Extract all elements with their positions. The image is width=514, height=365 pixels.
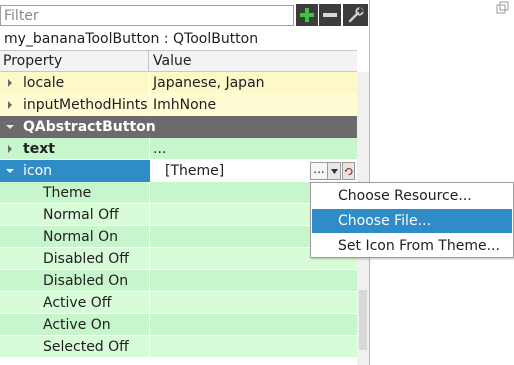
property-name: icon xyxy=(23,163,53,179)
property-row-inputmethodhints[interactable]: inputMethodHints ImhNone xyxy=(0,94,357,116)
scrollbar-thumb[interactable] xyxy=(359,290,367,350)
browse-button[interactable]: ... xyxy=(310,162,328,180)
property-row-selected-off[interactable]: Selected Off xyxy=(0,336,357,358)
property-name: Normal Off xyxy=(43,207,119,223)
minus-icon xyxy=(323,13,337,17)
property-name: Disabled Off xyxy=(43,251,129,267)
filter-bar xyxy=(0,2,370,28)
property-row-disabled-on[interactable]: Disabled On xyxy=(0,270,357,292)
expand-arrow-icon[interactable] xyxy=(4,94,16,116)
property-column-header[interactable]: Property xyxy=(3,51,62,71)
property-name: Active On xyxy=(43,317,111,333)
add-property-button[interactable] xyxy=(296,4,318,26)
property-row-locale[interactable]: locale Japanese, Japan xyxy=(0,72,357,94)
plus-icon xyxy=(300,8,314,22)
property-name: Active Off xyxy=(43,295,112,311)
remove-property-button[interactable] xyxy=(319,4,341,26)
chevron-down-icon[interactable] xyxy=(328,162,341,180)
property-row-normal-on[interactable]: Normal On xyxy=(0,226,357,248)
property-name: Normal On xyxy=(43,229,118,245)
property-row-normal-off[interactable]: Normal Off xyxy=(0,204,357,226)
property-row-theme[interactable]: Theme xyxy=(0,182,357,204)
menu-item-choose-file[interactable]: Choose File... xyxy=(312,209,512,233)
wrench-icon xyxy=(348,7,364,23)
icon-value-text: [Theme] xyxy=(165,163,225,179)
configure-button[interactable] xyxy=(343,4,368,26)
property-row-active-off[interactable]: Active Off xyxy=(0,292,357,314)
property-rows: locale Japanese, Japan inputMethodHints … xyxy=(0,72,357,358)
property-row-icon[interactable]: icon [Theme] ... xyxy=(0,160,357,182)
reset-arrow-icon[interactable] xyxy=(342,162,355,180)
icon-source-menu: Choose Resource... Choose File... Set Ic… xyxy=(310,182,514,258)
property-value[interactable]: ImhNone xyxy=(153,94,216,116)
property-name: text xyxy=(23,141,55,157)
expand-arrow-icon[interactable] xyxy=(4,72,16,94)
property-name: Disabled On xyxy=(43,273,129,289)
collapse-arrow-icon[interactable] xyxy=(4,160,16,182)
value-column-header[interactable]: Value xyxy=(153,51,191,71)
group-header-qabstractbutton[interactable]: QAbstractButton xyxy=(0,116,357,138)
filter-input[interactable] xyxy=(0,5,294,26)
menu-item-set-icon-from-theme[interactable]: Set Icon From Theme... xyxy=(312,234,512,258)
property-name: Selected Off xyxy=(43,339,129,355)
expand-arrow-icon[interactable] xyxy=(4,138,16,160)
property-row-text[interactable]: text ... xyxy=(0,138,357,160)
window-restore-icon[interactable] xyxy=(496,1,510,15)
collapse-arrow-icon[interactable] xyxy=(4,116,16,138)
property-table-header: Property Value xyxy=(0,50,357,72)
group-name: QAbstractButton xyxy=(23,119,156,135)
property-name: inputMethodHints xyxy=(23,97,148,113)
icon-value-editor[interactable]: [Theme] ... xyxy=(150,160,357,182)
property-name: locale xyxy=(23,75,65,91)
property-row-active-on[interactable]: Active On xyxy=(0,314,357,336)
property-value[interactable]: Japanese, Japan xyxy=(153,72,265,94)
property-name: Theme xyxy=(43,185,92,201)
menu-item-choose-resource[interactable]: Choose Resource... xyxy=(312,184,512,208)
property-value[interactable]: ... xyxy=(153,138,166,160)
object-name-label: my_bananaToolButton : QToolButton xyxy=(4,31,259,47)
property-row-disabled-off[interactable]: Disabled Off xyxy=(0,248,357,270)
